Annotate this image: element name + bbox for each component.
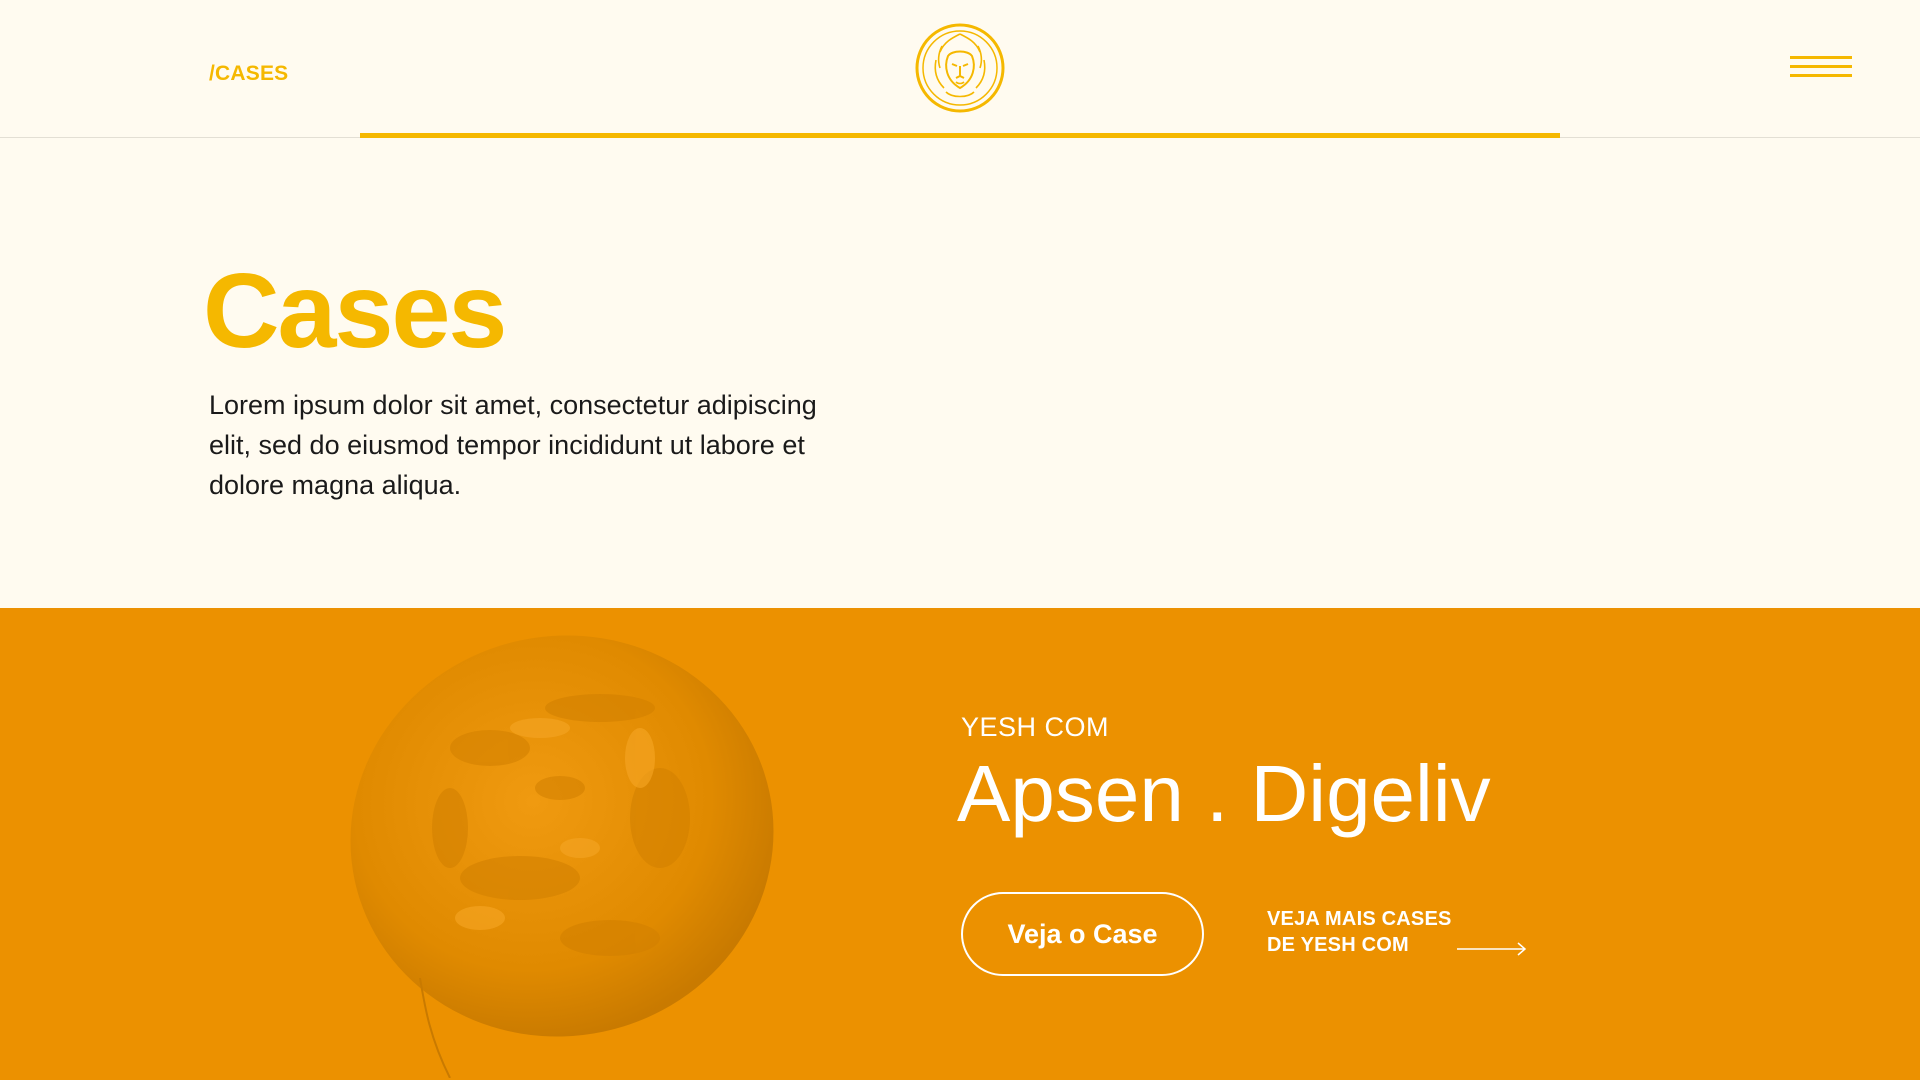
case-title: Apsen . Digeliv (957, 749, 1491, 838)
menu-bar (1790, 65, 1852, 68)
more-cases-label-line1: VEJA MAIS CASES (1267, 908, 1452, 930)
lion-emblem-icon[interactable] (914, 22, 1006, 114)
hamburger-menu-icon[interactable] (1790, 53, 1852, 81)
balloon-image (340, 618, 780, 1079)
site-header: /CASES (0, 0, 1920, 138)
breadcrumb[interactable]: /CASES (209, 62, 288, 86)
page-description: Lorem ipsum dolor sit amet, consectetur … (209, 390, 817, 500)
menu-bar (1790, 56, 1852, 59)
more-cases-link[interactable]: VEJA MAIS CASES DE YESH COM (1267, 906, 1537, 966)
page-title: Cases (203, 252, 507, 370)
featured-case-section: YESH COM Apsen . Digeliv Veja o Case VEJ… (0, 608, 1920, 1080)
header-progress-bar (360, 133, 1560, 138)
menu-bar (1790, 74, 1852, 77)
arrow-right-icon (1457, 942, 1527, 956)
view-case-button[interactable]: Veja o Case (961, 892, 1204, 976)
case-client-label: YESH COM (961, 712, 1110, 742)
